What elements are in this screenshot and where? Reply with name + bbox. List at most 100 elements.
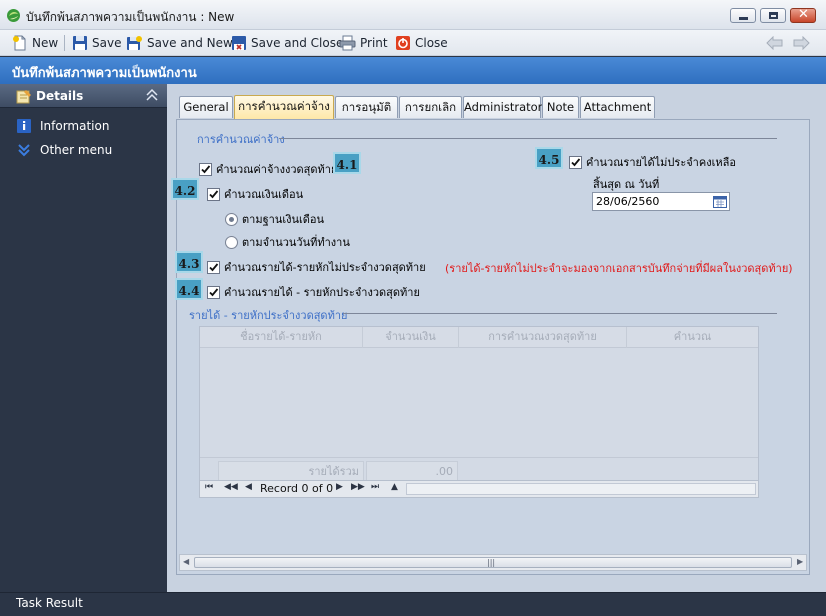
print-label: Print bbox=[360, 36, 388, 50]
append-icon[interactable]: ▲ bbox=[391, 482, 398, 492]
tabpage-horizontal-scrollbar[interactable]: ◀ ||| ▶ bbox=[179, 554, 807, 571]
details-panel-header[interactable]: Details bbox=[0, 84, 167, 108]
last-record-icon[interactable]: ⏭ bbox=[371, 482, 379, 492]
previous-record-icon[interactable]: ◀ bbox=[245, 482, 252, 492]
step-badge-4-1: 4.1 bbox=[333, 152, 361, 174]
sidebar-item-label: Information bbox=[40, 119, 110, 133]
grid-column-header[interactable]: ชื่อรายได้-รายหัก bbox=[200, 327, 363, 348]
first-record-icon[interactable]: ⏮ bbox=[205, 482, 213, 492]
left-navigation-panel: Details Information Other menu bbox=[0, 84, 167, 592]
checkbox-label: คำนวณเงินเดือน bbox=[224, 188, 304, 201]
step-badge-4-4: 4.4 bbox=[175, 278, 203, 300]
save-and-close-button[interactable]: Save and Close bbox=[231, 33, 343, 53]
previous-record-arrow-icon[interactable] bbox=[766, 36, 784, 50]
status-bar: Task Result bbox=[0, 592, 826, 616]
radio-work-days[interactable]: ตามจำนวนวันที่ทำงาน bbox=[225, 233, 350, 251]
recurring-last-checkbox[interactable]: คำนวณรายได้ - รายหักประจำงวดสุดท้าย bbox=[207, 283, 420, 301]
close-button[interactable]: Close bbox=[395, 33, 448, 53]
close-label: Close bbox=[415, 36, 448, 50]
next-record-arrow-icon[interactable] bbox=[792, 36, 810, 50]
radio-button-selected bbox=[225, 212, 238, 226]
wage-calculation-tab-page: การคำนวณค่าจ้าง คำนวณค่าจ้างงวดสุดท้าย 4… bbox=[171, 119, 810, 575]
grid-column-header[interactable]: คำนวณ bbox=[627, 327, 758, 348]
maximize-icon bbox=[769, 12, 778, 19]
checkmark-icon bbox=[209, 189, 219, 198]
details-header-label: Details bbox=[36, 89, 84, 103]
non-recurring-note: (รายได้-รายหักไม่ประจำจะมองจากเอกสารบันท… bbox=[445, 262, 793, 275]
save-button[interactable]: Save bbox=[72, 33, 121, 53]
tab-wage-calculation[interactable]: การคำนวณค่าจ้าง bbox=[234, 95, 334, 119]
last-period-wage-checkbox[interactable]: คำนวณค่าจ้างงวดสุดท้าย bbox=[199, 160, 337, 178]
end-date-label: สิ้นสุด ณ วันที่ bbox=[593, 178, 660, 191]
info-icon bbox=[17, 119, 31, 133]
tab-attachment[interactable]: Attachment bbox=[580, 96, 655, 118]
checkmark-icon bbox=[209, 262, 219, 271]
radio-base-salary[interactable]: ตามฐานเงินเดือน bbox=[225, 210, 324, 228]
sidebar-item-information[interactable]: Information bbox=[0, 116, 167, 136]
group-divider bbox=[343, 313, 777, 314]
new-button[interactable]: New bbox=[12, 33, 58, 53]
checkbox-box bbox=[207, 187, 220, 201]
notepad-pencil-icon bbox=[16, 90, 31, 104]
scroll-left-arrow-icon[interactable]: ◀ bbox=[183, 557, 189, 566]
save-close-icon bbox=[232, 36, 246, 50]
save-and-close-label: Save and Close bbox=[251, 36, 344, 50]
collapse-double-chevron-up-icon[interactable] bbox=[146, 88, 158, 102]
power-close-icon bbox=[396, 36, 410, 50]
print-button[interactable]: Print bbox=[339, 33, 388, 53]
tab-note[interactable]: Note bbox=[542, 96, 579, 118]
new-label: New bbox=[32, 36, 59, 50]
window-close-button[interactable]: ✕ bbox=[790, 7, 816, 23]
total-income-label: รายได้รวม bbox=[218, 461, 364, 482]
window-title-bar: บันทึกพ้นสภาพความเป็นพนักงาน : New ✕ bbox=[0, 0, 826, 30]
scroll-right-arrow-icon[interactable]: ▶ bbox=[797, 557, 803, 566]
checkbox-box bbox=[207, 260, 220, 274]
step-badge-4-2: 4.2 bbox=[171, 178, 199, 200]
main-content: General การคำนวณค่าจ้าง การอนุมัติ การยก… bbox=[167, 84, 826, 592]
record-navigator: ⏮ ◀◀ ◀ Record 0 of 0 ▶ ▶▶ ⏭ ▲ bbox=[199, 480, 759, 498]
wage-calc-group-title: การคำนวณค่าจ้าง bbox=[197, 133, 285, 146]
grid-horizontal-scroll[interactable] bbox=[406, 483, 756, 495]
form-title: บันทึกพ้นสภาพความเป็นพนักงาน bbox=[12, 66, 197, 81]
grid-column-header[interactable]: การคำนวณงวดสุดท้าย bbox=[459, 327, 627, 348]
toolbar-separator bbox=[64, 35, 65, 51]
scroll-thumb[interactable]: ||| bbox=[194, 557, 792, 568]
grid-column-header[interactable]: จำนวนเงิน bbox=[363, 327, 459, 348]
maximize-button[interactable] bbox=[760, 8, 786, 23]
checkbox-label: คำนวณรายได้-รายหักไม่ประจำงวดสุดท้าย bbox=[224, 261, 426, 274]
next-record-icon[interactable]: ▶ bbox=[336, 482, 343, 492]
tab-administrator[interactable]: Administrator bbox=[463, 96, 542, 118]
tab-cancellation[interactable]: การยกเลิก bbox=[399, 96, 462, 118]
non-recurring-last-checkbox[interactable]: คำนวณรายได้-รายหักไม่ประจำงวดสุดท้าย bbox=[207, 258, 426, 276]
checkbox-label: คำนวณรายได้ - รายหักประจำงวดสุดท้าย bbox=[224, 286, 420, 299]
step-badge-4-5: 4.5 bbox=[535, 147, 563, 169]
app-logo-icon bbox=[7, 9, 20, 22]
end-date-value: 28/06/2560 bbox=[596, 195, 660, 208]
window-title: บันทึกพ้นสภาพความเป็นพนักงาน : New bbox=[26, 10, 235, 24]
toolbar: New Save Save and New Save and Close Pri… bbox=[0, 30, 826, 56]
next-page-icon[interactable]: ▶▶ bbox=[351, 482, 365, 492]
checkbox-box bbox=[207, 285, 220, 299]
save-and-new-button[interactable]: Save and New bbox=[126, 33, 233, 53]
calendar-icon[interactable] bbox=[713, 195, 727, 208]
minimize-button[interactable] bbox=[730, 8, 756, 23]
previous-page-icon[interactable]: ◀◀ bbox=[224, 482, 238, 492]
non-recurring-remaining-checkbox[interactable]: คำนวณรายได้ไม่ประจำคงเหลือ bbox=[569, 153, 736, 171]
new-document-icon bbox=[13, 35, 26, 51]
calc-salary-checkbox[interactable]: คำนวณเงินเดือน bbox=[207, 185, 303, 203]
task-result-label[interactable]: Task Result bbox=[16, 596, 83, 610]
checkbox-label: คำนวณรายได้ไม่ประจำคงเหลือ bbox=[586, 156, 736, 169]
scroll-grip-icon: ||| bbox=[487, 558, 496, 567]
end-date-input[interactable]: 28/06/2560 bbox=[592, 192, 730, 211]
sidebar-item-label: Other menu bbox=[40, 143, 113, 157]
form-header-banner: บันทึกพ้นสภาพความเป็นพนักงาน bbox=[0, 57, 826, 84]
radio-label: ตามจำนวนวันที่ทำงาน bbox=[242, 236, 350, 249]
checkbox-box bbox=[199, 162, 212, 176]
save-and-new-label: Save and New bbox=[147, 36, 233, 50]
record-count-text: Record 0 of 0 bbox=[260, 482, 334, 495]
sidebar-item-other-menu[interactable]: Other menu bbox=[0, 140, 167, 160]
tab-general[interactable]: General bbox=[179, 96, 233, 118]
save-new-icon bbox=[127, 36, 142, 50]
tab-approval[interactable]: การอนุมัติ bbox=[335, 96, 398, 118]
minimize-icon bbox=[739, 17, 748, 20]
